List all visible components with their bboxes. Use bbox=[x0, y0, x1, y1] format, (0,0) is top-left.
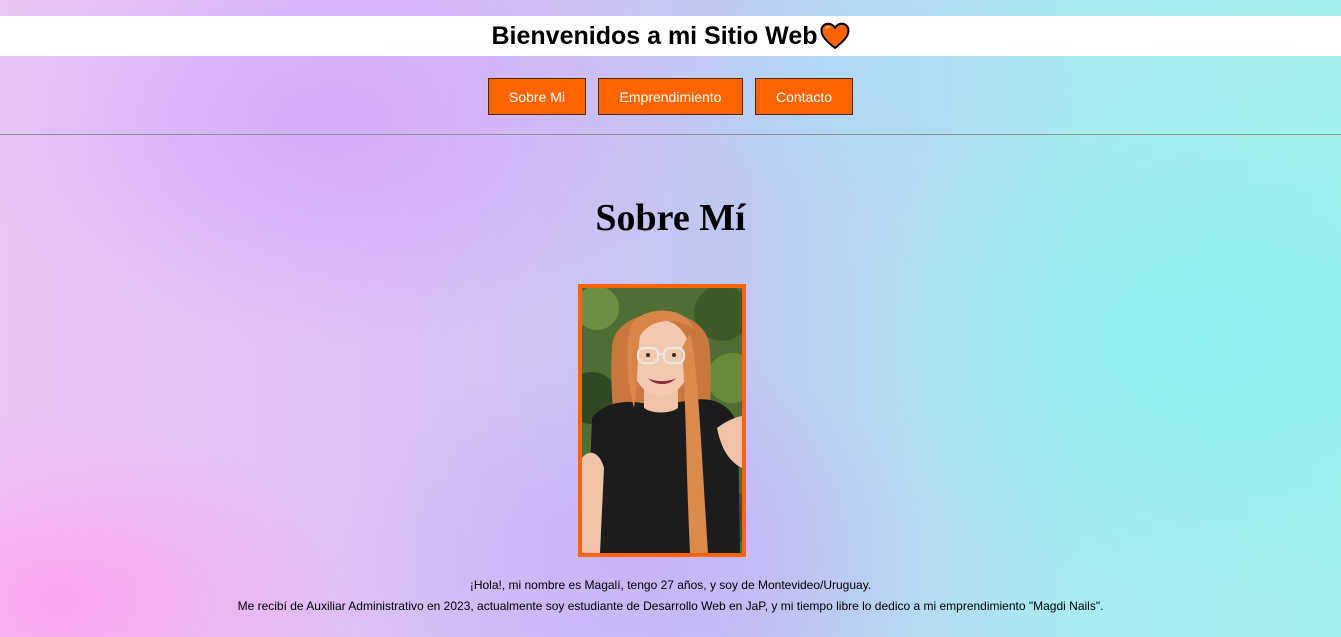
profile-photo bbox=[578, 284, 746, 557]
nav-button-sobre-mi[interactable]: Sobre Mi bbox=[488, 78, 586, 115]
section-title: Sobre Mí bbox=[595, 197, 746, 239]
nav-button-contacto[interactable]: Contacto bbox=[755, 78, 853, 115]
site-title: Bienvenidos a mi Sitio Web bbox=[492, 22, 850, 51]
nav-button-emprendimiento[interactable]: Emprendimiento bbox=[598, 78, 743, 115]
bio-line-2: Me recibí de Auxiliar Administrativo en … bbox=[237, 599, 1104, 613]
main-nav: Sobre Mi Emprendimiento Contacto bbox=[0, 78, 1341, 115]
bio-line-1: ¡Hola!, mi nombre es Magalí, tengo 27 añ… bbox=[469, 578, 872, 592]
header-divider bbox=[0, 134, 1341, 135]
site-title-text: Bienvenidos a mi Sitio Web bbox=[491, 21, 818, 50]
header-bar: Bienvenidos a mi Sitio Web bbox=[0, 16, 1341, 56]
heart-icon bbox=[820, 22, 850, 50]
